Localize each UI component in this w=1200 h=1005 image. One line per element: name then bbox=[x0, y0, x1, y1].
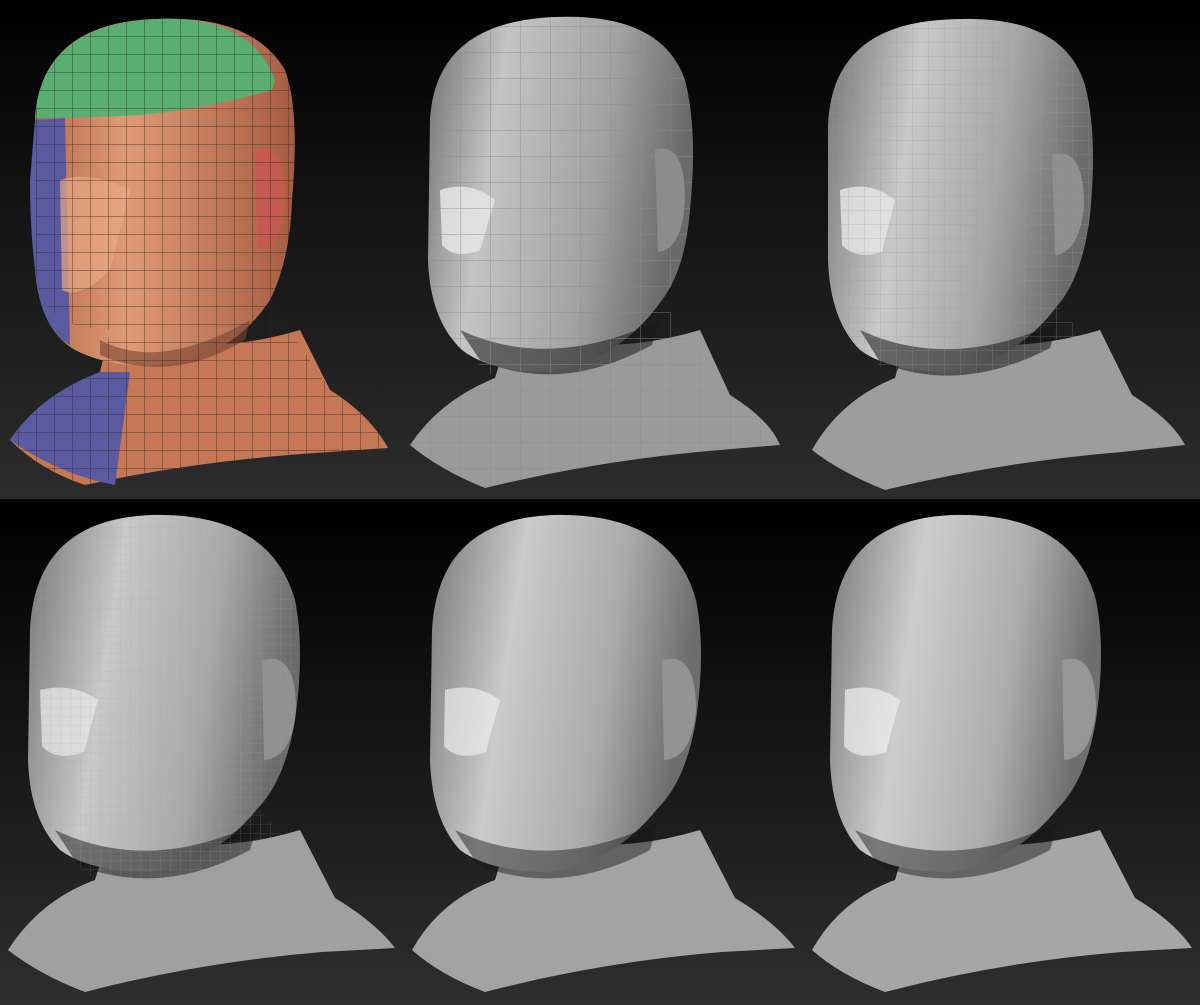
mid-res-head-icon bbox=[8, 514, 395, 992]
polygroup-base-mesh-icon bbox=[10, 18, 388, 485]
stage-2-cell bbox=[400, 0, 800, 500]
detailed-head-icon bbox=[412, 514, 795, 992]
stage-4-cell bbox=[0, 500, 400, 1005]
stage-3-cell bbox=[800, 0, 1200, 500]
smooth-head-icon bbox=[812, 514, 1192, 992]
stage-6-cell bbox=[800, 500, 1200, 1005]
sculpt-progression-sheet bbox=[0, 0, 1200, 1005]
faceted-head-icon bbox=[812, 18, 1185, 491]
bottom-row bbox=[0, 500, 1200, 1005]
stage-1-cell bbox=[0, 0, 400, 500]
top-row bbox=[0, 0, 1200, 500]
stage-5-cell bbox=[400, 500, 800, 1005]
low-poly-head-icon bbox=[410, 16, 780, 488]
